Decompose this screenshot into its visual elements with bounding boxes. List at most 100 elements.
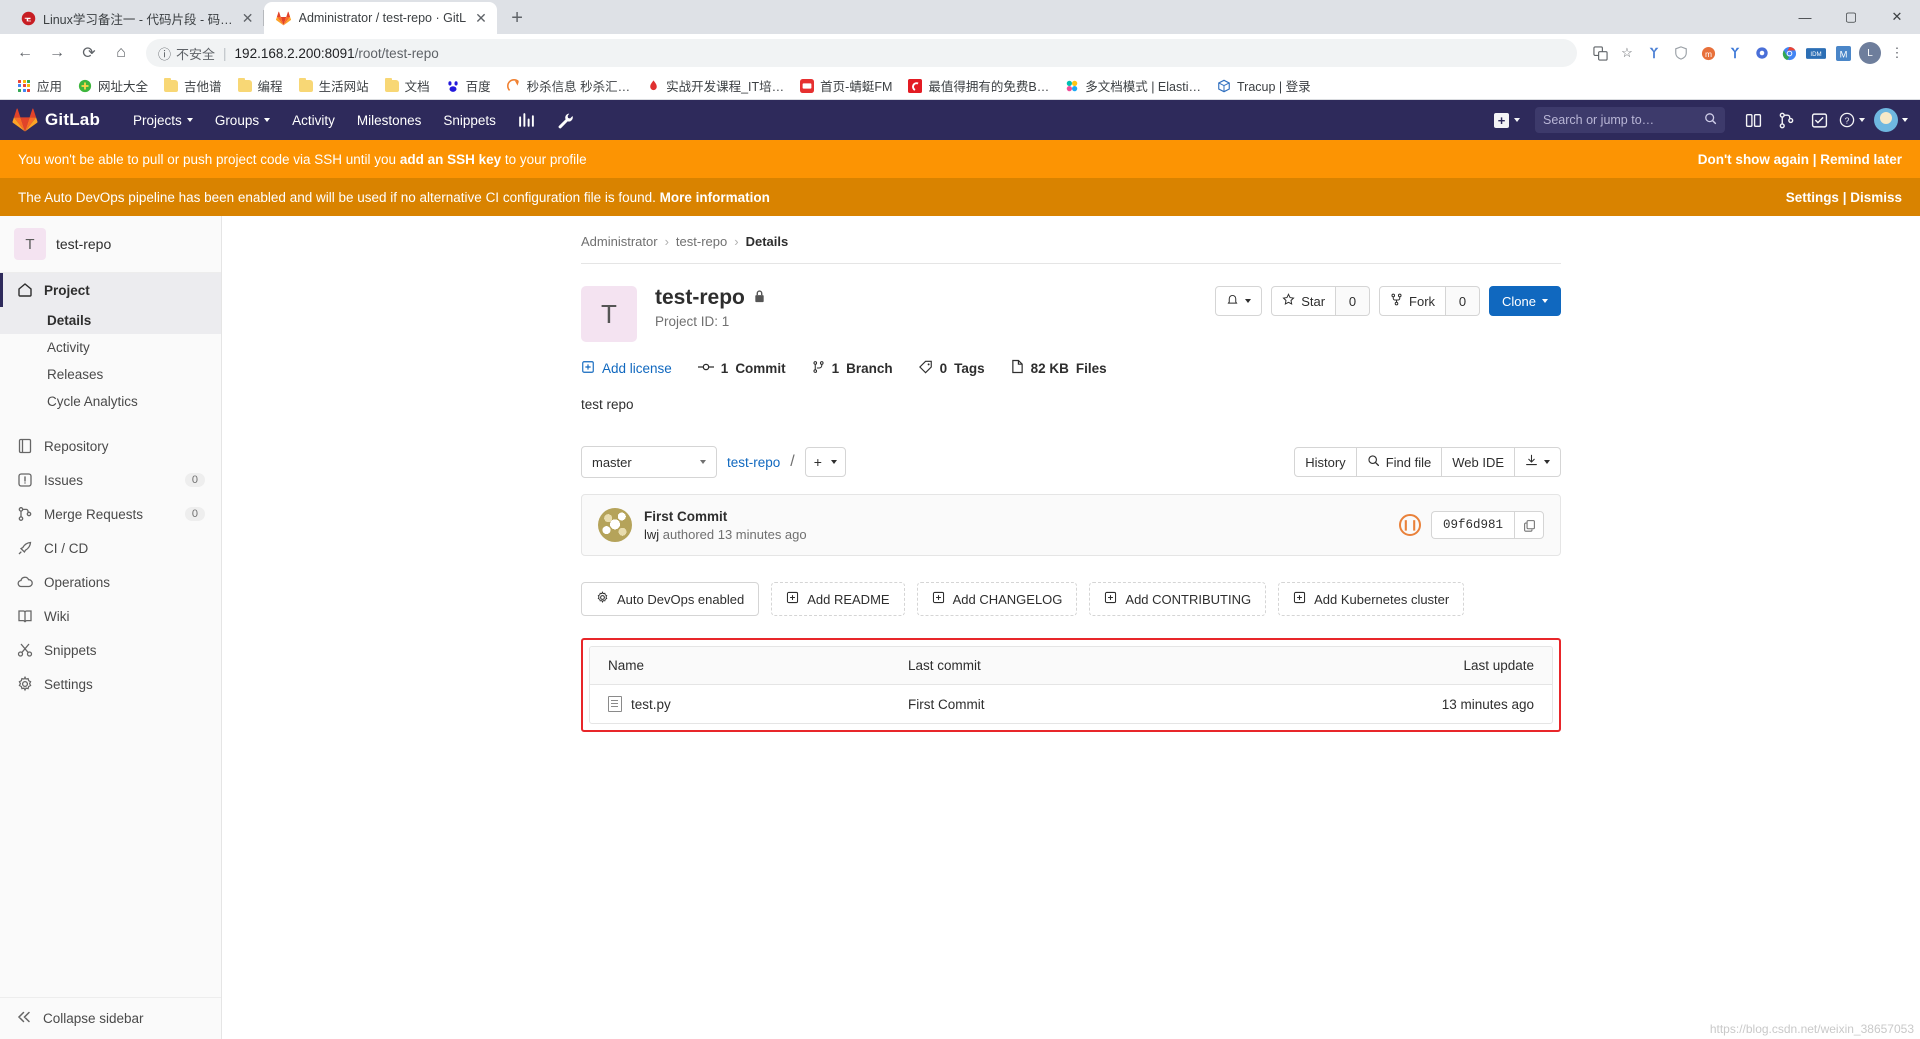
browser-tab-2[interactable]: Administrator / test-repo · GitL ✕	[263, 2, 498, 34]
clone-button[interactable]: Clone	[1489, 286, 1561, 316]
banner-actions[interactable]: Don't show again | Remind later	[1698, 152, 1902, 167]
add-readme-button[interactable]: Add README	[771, 582, 905, 616]
sidebar-item-settings[interactable]: Settings	[0, 667, 221, 701]
sidebar-item-snippets[interactable]: Snippets	[0, 633, 221, 667]
nav-chart-icon[interactable]	[507, 100, 546, 140]
file-last-commit[interactable]: First Commit	[908, 697, 1364, 712]
extension-icon-y1[interactable]	[1641, 40, 1667, 66]
merge-requests-icon[interactable]	[1771, 105, 1801, 135]
minimize-button[interactable]: —	[1782, 0, 1828, 34]
stat-add-license[interactable]: Add license	[581, 360, 672, 377]
reload-icon[interactable]: ⟳	[74, 38, 104, 68]
bookmark-apps[interactable]: 应用	[10, 73, 68, 98]
star-count[interactable]: 0	[1336, 286, 1371, 316]
bookmark-life-sites[interactable]: 生活网站	[292, 73, 375, 98]
bookmark-elastic[interactable]: 多文档模式 | Elasti…	[1058, 73, 1207, 98]
notification-dropdown[interactable]	[1215, 286, 1263, 316]
bookmark-it-course[interactable]: 实战开发课程_IT培…	[639, 73, 790, 98]
sidebar-item-ci-cd[interactable]: CI / CD	[0, 531, 221, 565]
web-ide-button[interactable]: Web IDE	[1442, 447, 1515, 477]
extension-icon-idm[interactable]: IDM	[1803, 40, 1829, 66]
banner-link[interactable]: More information	[660, 190, 770, 205]
sidebar-item-activity[interactable]: Activity	[0, 334, 221, 361]
nav-milestones[interactable]: Milestones	[346, 100, 433, 140]
profile-avatar[interactable]: L	[1857, 40, 1883, 66]
site-info-icon[interactable]: ⓘ 不安全	[158, 44, 215, 63]
fork-count[interactable]: 0	[1446, 286, 1481, 316]
add-contributing-button[interactable]: Add CONTRIBUTING	[1089, 582, 1267, 616]
banner-actions[interactable]: Settings | Dismiss	[1786, 190, 1902, 205]
download-dropdown[interactable]	[1515, 447, 1561, 477]
help-icon[interactable]: ?	[1837, 105, 1867, 135]
sidebar-item-project[interactable]: Project	[0, 273, 221, 307]
maximize-button[interactable]: ▢	[1828, 0, 1874, 34]
bookmark-baidu[interactable]: 百度	[439, 73, 497, 98]
add-changelog-button[interactable]: Add CHANGELOG	[916, 582, 1078, 616]
bookmark-qingting-fm[interactable]: 首页-蜻蜓FM	[793, 73, 898, 98]
stat-files[interactable]: 82 KB Files	[1011, 359, 1107, 377]
collapse-sidebar-button[interactable]: Collapse sidebar	[0, 997, 221, 1039]
path-root[interactable]: test-repo	[727, 455, 780, 470]
extension-icon-chrome[interactable]	[1776, 40, 1802, 66]
find-file-button[interactable]: Find file	[1356, 447, 1443, 477]
gitlab-logo-icon[interactable]	[12, 108, 38, 132]
auto-devops-button[interactable]: Auto DevOps enabled	[581, 582, 760, 616]
search-input[interactable]: Search or jump to…	[1535, 107, 1725, 133]
bookmark-star-icon[interactable]: ☆	[1614, 40, 1640, 66]
copy-icon[interactable]	[1514, 511, 1544, 539]
extension-icon-shield[interactable]	[1668, 40, 1694, 66]
todos-icon[interactable]	[1804, 105, 1834, 135]
sidebar-item-repository[interactable]: Repository	[0, 429, 221, 463]
new-tab-button[interactable]: +	[503, 4, 531, 32]
forward-icon[interactable]: →	[42, 38, 72, 68]
stat-tags[interactable]: 0 Tags	[918, 360, 985, 377]
extension-icon-o1[interactable]	[1749, 40, 1775, 66]
commit-sha[interactable]: 09f6d981	[1430, 511, 1514, 539]
user-menu[interactable]	[1870, 108, 1908, 132]
address-bar[interactable]: ⓘ 不安全 | 192.168.2.200:8091/root/test-rep…	[146, 39, 1577, 67]
pipeline-status-icon[interactable]: ❙❙	[1398, 514, 1421, 536]
extension-icon-m2[interactable]: M	[1830, 40, 1856, 66]
close-window-button[interactable]: ✕	[1874, 0, 1920, 34]
branch-selector[interactable]: master	[581, 446, 717, 478]
bookmark-free-blog[interactable]: 最值得拥有的免费B…	[901, 73, 1055, 98]
bookmark-docs[interactable]: 文档	[378, 73, 436, 98]
browser-tab-1[interactable]: Linux学习备注一 - 代码片段 - 码… ✕	[8, 2, 264, 34]
sidebar-item-details[interactable]: Details	[0, 307, 221, 334]
bookmark-hao123[interactable]: 网址大全	[71, 73, 154, 98]
commit-author[interactable]: lwj	[644, 527, 659, 542]
sidebar-item-cycle-analytics[interactable]: Cycle Analytics	[0, 388, 221, 415]
sidebar-item-wiki[interactable]: Wiki	[0, 599, 221, 633]
sidebar-item-issues[interactable]: Issues 0	[0, 463, 221, 497]
add-to-repo-button[interactable]: +	[804, 447, 846, 477]
close-icon[interactable]: ✕	[473, 10, 489, 26]
commit-message[interactable]: First Commit	[644, 509, 807, 524]
home-icon[interactable]: ⌂	[106, 38, 136, 68]
sidebar-item-merge-requests[interactable]: Merge Requests 0	[0, 497, 221, 531]
new-item-button[interactable]: +	[1492, 105, 1522, 135]
gitlab-brand-label[interactable]: GitLab	[45, 110, 100, 130]
nav-projects[interactable]: Projects	[122, 100, 204, 140]
nav-activity[interactable]: Activity	[281, 100, 346, 140]
issues-icon[interactable]	[1738, 105, 1768, 135]
sidebar-item-operations[interactable]: Operations	[0, 565, 221, 599]
fork-button[interactable]: Fork	[1379, 286, 1447, 316]
add-kubernetes-cluster-button[interactable]: Add Kubernetes cluster	[1278, 582, 1465, 616]
star-button[interactable]: Star	[1271, 286, 1337, 316]
bookmark-miaosha[interactable]: 秒杀信息 秒杀汇…	[500, 73, 636, 98]
nav-wrench-icon[interactable]	[546, 100, 585, 140]
stat-commits[interactable]: 1 Commit	[697, 360, 786, 377]
extension-icon-y2[interactable]	[1722, 40, 1748, 66]
sidebar-project-header[interactable]: T test-repo	[0, 216, 221, 273]
close-icon[interactable]: ✕	[240, 10, 256, 26]
banner-link[interactable]: add an SSH key	[400, 152, 501, 167]
back-icon[interactable]: ←	[10, 38, 40, 68]
stat-branches[interactable]: 1 Branch	[812, 360, 893, 377]
translate-icon[interactable]	[1587, 40, 1613, 66]
extension-icon-m[interactable]: m	[1695, 40, 1721, 66]
breadcrumb-test-repo[interactable]: test-repo	[676, 234, 727, 249]
browser-menu-icon[interactable]: ⋮	[1884, 40, 1910, 66]
nav-groups[interactable]: Groups	[204, 100, 281, 140]
breadcrumb-administrator[interactable]: Administrator	[581, 234, 658, 249]
history-button[interactable]: History	[1294, 447, 1357, 477]
